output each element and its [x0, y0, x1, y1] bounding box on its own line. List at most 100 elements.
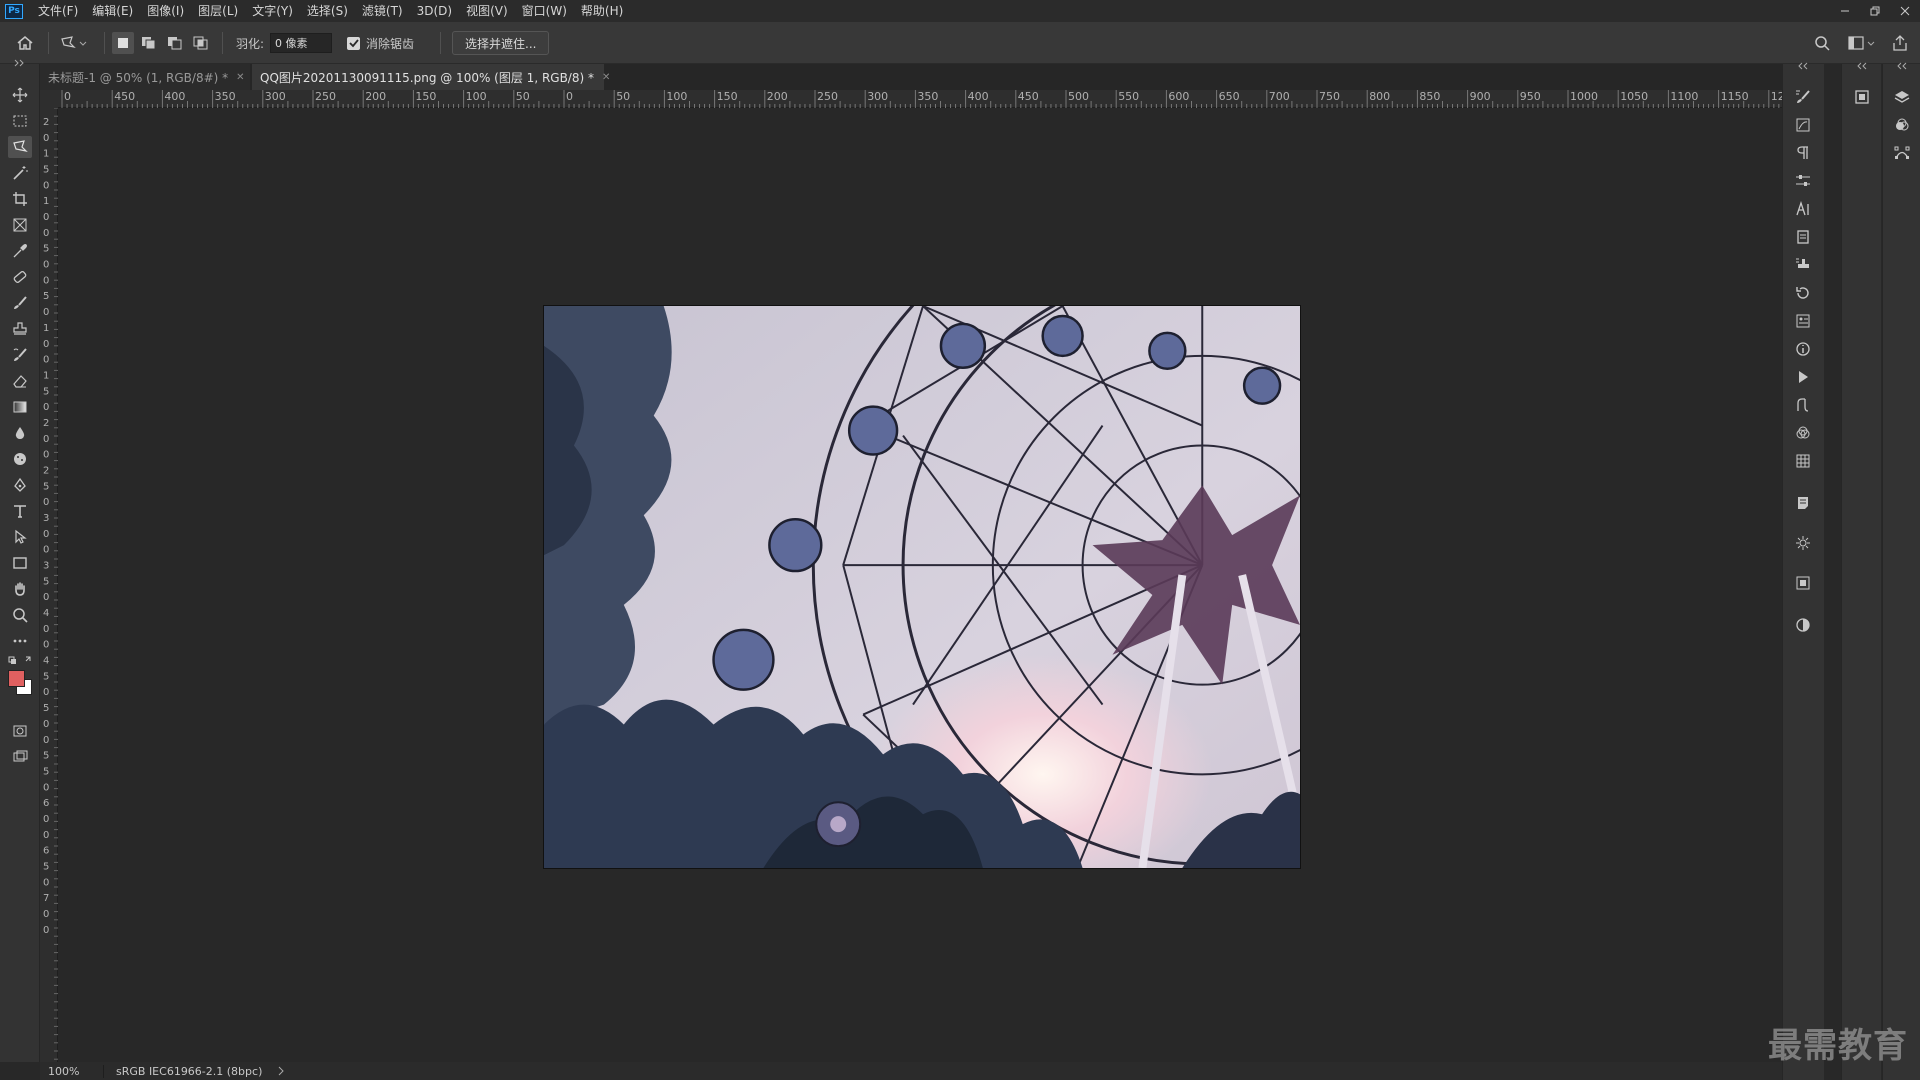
close-icon[interactable]: ✕: [236, 72, 244, 83]
notes-panel-button[interactable]: [1792, 492, 1814, 514]
subtract-selection-icon: [168, 37, 182, 50]
close-window-button[interactable]: [1890, 0, 1920, 22]
frame-tool[interactable]: [8, 214, 32, 236]
channels-panel-button-2[interactable]: [1891, 114, 1913, 136]
brush-tool[interactable]: [8, 292, 32, 314]
move-icon: [12, 87, 28, 103]
close-icon[interactable]: ✕: [602, 72, 610, 83]
dodge-tool[interactable]: [8, 448, 32, 470]
color-panel-button[interactable]: [1792, 614, 1814, 636]
add-to-selection-button[interactable]: [138, 32, 160, 54]
document-profile[interactable]: sRGB IEC61966-2.1 (8bpc): [104, 1065, 262, 1078]
layers-panel-button[interactable]: [1891, 86, 1913, 108]
healing-brush-tool[interactable]: [8, 266, 32, 288]
eraser-tool[interactable]: [8, 370, 32, 392]
restore-button[interactable]: [1860, 0, 1890, 22]
tab-qq-image[interactable]: QQ图片20201130091115.png @ 100% (图层 1, RGB…: [252, 64, 610, 90]
history-panel-button[interactable]: [1792, 282, 1814, 304]
info-panel-button[interactable]: [1792, 338, 1814, 360]
edit-toolbar-button[interactable]: [8, 630, 32, 652]
menu-view[interactable]: 视图(V): [459, 0, 515, 22]
magic-wand-tool[interactable]: [8, 162, 32, 184]
path-selection-tool[interactable]: [8, 526, 32, 548]
share-button[interactable]: [1892, 22, 1908, 64]
menu-window[interactable]: 窗口(W): [515, 0, 574, 22]
ruler-v-label: 5: [43, 703, 49, 714]
menu-image[interactable]: 图像(I): [140, 0, 191, 22]
ruler-h-label: 400: [968, 90, 989, 103]
zoom-tool[interactable]: [8, 604, 32, 626]
ruler-h-label: 0: [64, 90, 71, 103]
feather-label: 羽化:: [236, 36, 265, 51]
tool-preset-picker[interactable]: [60, 22, 88, 64]
paths-panel-button[interactable]: [1792, 394, 1814, 416]
zoom-level[interactable]: 100%: [40, 1064, 104, 1078]
search-button[interactable]: [1814, 22, 1830, 64]
libraries-panel-button[interactable]: [1792, 226, 1814, 248]
tab-untitled-1[interactable]: 未标题-1 @ 50% (1, RGB/8#) * ✕: [40, 64, 250, 90]
gradient-tool[interactable]: [8, 396, 32, 418]
clone-stamp-tool[interactable]: [8, 318, 32, 340]
ruler-v-label: 2: [43, 117, 49, 128]
menu-filter[interactable]: 滤镜(T): [355, 0, 410, 22]
color-swap-controls[interactable]: [8, 654, 32, 668]
3d-panel-button[interactable]: [1792, 532, 1814, 554]
paths-panel-button-2[interactable]: [1891, 142, 1913, 164]
crop-tool[interactable]: [8, 188, 32, 210]
panel-collapse[interactable]: [1792, 60, 1814, 72]
marquee-tool[interactable]: [8, 110, 32, 132]
hand-tool[interactable]: [8, 578, 32, 600]
quick-mask-button[interactable]: [8, 720, 32, 742]
ruler-v-label: 6: [43, 798, 49, 809]
navigator-panel-button[interactable]: [1851, 86, 1873, 108]
screen-mode-button[interactable]: [8, 746, 32, 768]
vertical-ruler[interactable]: 2 0 1 5 0 1 0 0 5 0 0 5 0 1 0 0 1 5 0 2 0 0 2 5 0 3 0 0 3 5 0 4 0 0 4 5 0 5 0 0…: [40, 108, 58, 1062]
actions-panel-button[interactable]: [1792, 366, 1814, 388]
blur-tool[interactable]: [8, 422, 32, 444]
lasso-tool[interactable]: [8, 136, 32, 158]
character-panel-button[interactable]: [1792, 198, 1814, 220]
paragraph-panel-button[interactable]: [1792, 142, 1814, 164]
menu-edit[interactable]: 编辑(E): [85, 0, 140, 22]
clone-source-panel-button[interactable]: [1792, 254, 1814, 276]
intersect-selection-button[interactable]: [190, 32, 212, 54]
paths-icon: [1894, 146, 1910, 159]
history-brush-tool[interactable]: [8, 344, 32, 366]
ferris-wheel-image[interactable]: [543, 305, 1301, 869]
ruler-origin[interactable]: [40, 90, 58, 108]
ruler-h-label: 50: [516, 90, 530, 103]
menu-type[interactable]: 文字(Y): [245, 0, 300, 22]
chevron-right-icon[interactable]: [276, 1066, 286, 1076]
subtract-from-selection-button[interactable]: [164, 32, 186, 54]
timeline-panel-button[interactable]: [1792, 572, 1814, 594]
menu-help[interactable]: 帮助(H): [574, 0, 630, 22]
canvas-area[interactable]: [58, 108, 1782, 1062]
select-and-mask-button[interactable]: 选择并遮住...: [452, 31, 550, 55]
menu-3d[interactable]: 3D(D): [410, 0, 459, 22]
panel-collapse[interactable]: [1851, 60, 1873, 72]
toolbar-collapse[interactable]: [8, 56, 32, 70]
move-tool[interactable]: [8, 84, 32, 106]
brushes-panel-button[interactable]: [1792, 114, 1814, 136]
brush-settings-panel-button[interactable]: [1792, 86, 1814, 108]
eyedropper-tool[interactable]: [8, 240, 32, 262]
channels-panel-button[interactable]: [1792, 422, 1814, 444]
menu-file[interactable]: 文件(F): [31, 0, 85, 22]
menu-select[interactable]: 选择(S): [300, 0, 355, 22]
swatches-panel-button[interactable]: [1792, 450, 1814, 472]
new-selection-button[interactable]: [112, 32, 134, 54]
feather-input[interactable]: [270, 33, 333, 53]
foreground-color-swatch[interactable]: [8, 670, 25, 687]
horizontal-ruler[interactable]: 0 450 400 350 300 250 200 150 100 50 0 50 100 150 200 2…: [58, 90, 1782, 108]
menu-layer[interactable]: 图层(L): [191, 0, 245, 22]
type-tool[interactable]: [8, 500, 32, 522]
pen-tool[interactable]: [8, 474, 32, 496]
workspace-switcher[interactable]: [1848, 22, 1876, 64]
panel-collapse[interactable]: [1891, 60, 1913, 72]
antialias-checkbox[interactable]: [347, 36, 360, 50]
properties-panel-button[interactable]: [1792, 310, 1814, 332]
clone-source-icon: [1796, 258, 1809, 270]
rectangle-tool[interactable]: [8, 552, 32, 574]
adjustments-panel-button[interactable]: [1792, 170, 1814, 192]
minimize-button[interactable]: [1830, 0, 1860, 22]
